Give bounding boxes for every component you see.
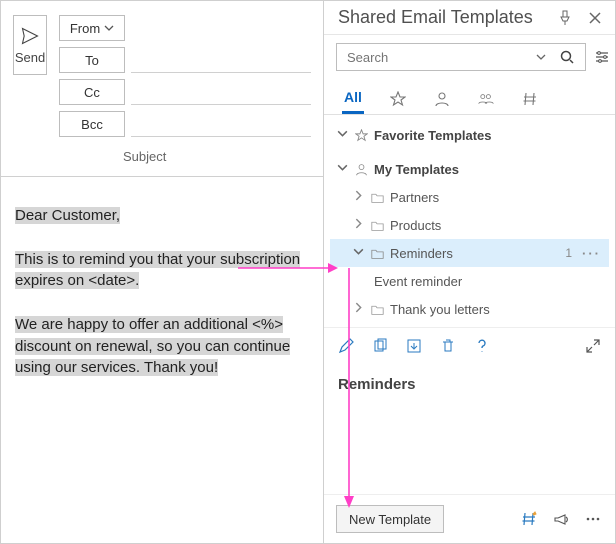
folder-icon [371,191,384,204]
subject-row: Subject [1,141,323,177]
tree-my-templates[interactable]: My Templates [330,155,609,183]
edit-icon[interactable] [336,336,356,356]
expand-icon[interactable] [583,336,603,356]
new-template-label: New Template [349,512,431,527]
tree-favorites[interactable]: Favorite Templates [330,121,609,149]
tree-label: Event reminder [374,274,462,289]
star-icon [355,129,368,142]
tree-label: My Templates [374,162,459,177]
new-template-button[interactable]: New Template [336,505,444,533]
send-icon [20,26,40,46]
cc-input[interactable] [131,79,311,105]
person-icon [434,91,450,107]
chevron-down-icon [104,21,114,36]
compose-pane: Send From To Cc [1,1,323,543]
template-toolbar [324,327,615,364]
folder-icon [371,219,384,232]
from-label: From [70,21,100,36]
tree-products[interactable]: Products [330,211,609,239]
tab-team[interactable] [476,85,496,113]
tree-event-reminder[interactable]: Event reminder [330,267,609,295]
announce-icon[interactable] [551,509,571,529]
tab-tags[interactable] [520,85,540,113]
tree-label: Products [390,218,441,233]
help-icon[interactable] [472,336,492,356]
bcc-button[interactable]: Bcc [59,111,125,137]
search-icon[interactable] [557,47,577,67]
chevron-down-icon [336,161,349,177]
cc-button[interactable]: Cc [59,79,125,105]
tree-reminders[interactable]: Reminders 1 ··· [330,239,609,267]
chevron-down-icon [336,127,349,143]
to-input[interactable] [131,47,311,73]
send-label: Send [15,50,45,65]
folder-icon [371,247,384,260]
chevron-right-icon [352,301,365,317]
from-button[interactable]: From [59,15,125,41]
delete-icon[interactable] [438,336,458,356]
tree-partners[interactable]: Partners [330,183,609,211]
pin-icon[interactable] [555,8,575,28]
preview-title: Reminders [324,364,615,401]
tab-favorites[interactable] [388,85,408,113]
to-label: To [85,53,99,68]
template-tree: Favorite Templates My Templates Partners… [324,115,615,327]
tree-label: Thank you letters [390,302,490,317]
message-body[interactable]: Dear Customer, This is to remind you tha… [1,177,323,543]
copy-icon[interactable] [370,336,390,356]
tree-label: Favorite Templates [374,128,492,143]
cc-label: Cc [84,85,100,100]
hash-icon [522,91,538,107]
body-line-2: This is to remind you that your subscrip… [15,251,300,290]
settings-icon[interactable] [594,47,610,67]
to-button[interactable]: To [59,47,125,73]
subject-label: Subject [123,149,166,164]
person-icon [355,163,368,176]
more-icon[interactable]: ··· [582,246,603,261]
tab-personal[interactable] [432,85,452,113]
bcc-label: Bcc [81,117,103,132]
search-box[interactable] [336,43,586,71]
chevron-down-icon [352,245,365,261]
search-input[interactable] [345,49,525,66]
tree-thank-you[interactable]: Thank you letters [330,295,609,323]
filter-tabs: All [324,79,615,115]
star-icon [390,91,406,107]
hash-toggle-icon[interactable] [519,509,539,529]
item-count: 1 [565,246,576,260]
folder-icon [371,303,384,316]
people-icon [478,91,494,107]
bcc-input[interactable] [131,111,311,137]
tree-label: Reminders [390,246,453,261]
tab-all[interactable]: All [342,83,364,114]
chevron-right-icon [352,189,365,205]
tree-label: Partners [390,190,439,205]
more-icon[interactable] [583,509,603,529]
templates-pane: Shared Email Templates All [323,1,615,543]
body-line-3: We are happy to offer an additional <%> … [15,316,290,377]
close-icon[interactable] [585,8,605,28]
pane-title: Shared Email Templates [338,7,533,28]
pane-header: Shared Email Templates [324,1,615,35]
import-icon[interactable] [404,336,424,356]
chevron-right-icon [352,217,365,233]
chevron-down-icon[interactable] [531,47,551,67]
body-line-1: Dear Customer, [15,207,120,224]
send-button[interactable]: Send [13,15,47,75]
bottom-bar: New Template [324,494,615,543]
